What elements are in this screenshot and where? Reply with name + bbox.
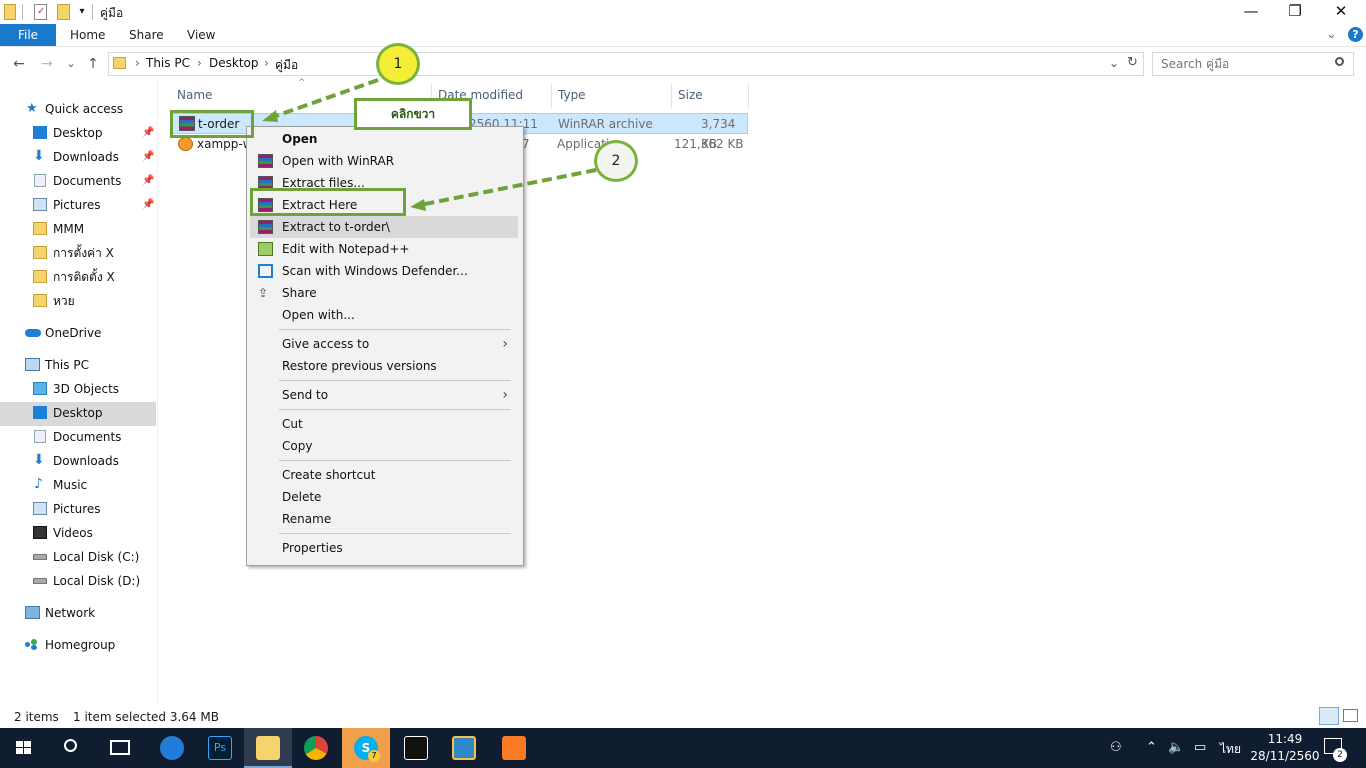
item-count: 2 items [14,710,59,724]
virtualbox-icon [452,736,476,760]
taskbar-chrome[interactable] [292,728,340,768]
windows-logo-icon [16,748,23,754]
photos-icon [404,736,428,760]
xampp-icon [502,736,526,760]
annotation-step-2: 2 [594,140,638,182]
task-view-button[interactable] [96,728,144,768]
start-button[interactable] [0,728,48,768]
people-icon[interactable]: ⚇ [1110,740,1122,755]
task-view-icon [110,740,130,755]
clock-time[interactable]: 11:49 [1256,732,1314,746]
arrow-step-2 [419,168,597,207]
taskbar-photoshop[interactable]: Ps [196,728,244,768]
taskbar-file-explorer[interactable] [244,728,292,768]
annotation-label-right-click: คลิกขวา [354,98,472,130]
notification-count: 2 [1333,748,1347,762]
taskbar-photos[interactable] [392,728,440,768]
highlight-box-t-order [170,110,254,138]
network-tray-icon[interactable]: ▭ [1194,740,1206,755]
windows-logo-icon [24,741,31,747]
search-taskbar-button[interactable] [48,728,96,768]
arrowhead-step-2 [410,199,426,211]
arrowhead-step-1 [262,110,278,122]
language-indicator[interactable]: ไทย [1220,740,1241,759]
taskbar-skype[interactable]: S 7 [342,728,390,768]
annotation-step-1: 1 [376,43,420,85]
details-view-icon[interactable] [1319,707,1339,725]
highlight-box-extract-here [250,188,406,216]
selection-info: 1 item selected 3.64 MB [73,710,219,724]
search-icon [64,739,77,752]
file-explorer-icon [256,736,280,760]
taskbar-edge[interactable] [148,728,196,768]
taskbar-xampp[interactable] [490,728,538,768]
edge-icon [160,736,184,760]
taskbar: Ps S 7 ⚇ ⌃ 🔈 ▭ ไทย 11:49 28/11/2560 2 [0,728,1366,768]
tray-overflow-icon[interactable]: ⌃ [1146,740,1157,755]
windows-logo-icon [24,748,31,754]
taskbar-virtualbox[interactable] [440,728,488,768]
skype-badge: 7 [368,750,380,762]
windows-logo-icon [16,741,23,747]
status-bar: 2 items 1 item selected 3.64 MB [0,706,1366,728]
volume-icon[interactable]: 🔈 [1168,740,1184,755]
clock-date[interactable]: 28/11/2560 [1250,749,1320,763]
large-icons-view-icon[interactable] [1343,709,1358,722]
chrome-icon [304,736,328,760]
photoshop-icon: Ps [208,736,232,760]
